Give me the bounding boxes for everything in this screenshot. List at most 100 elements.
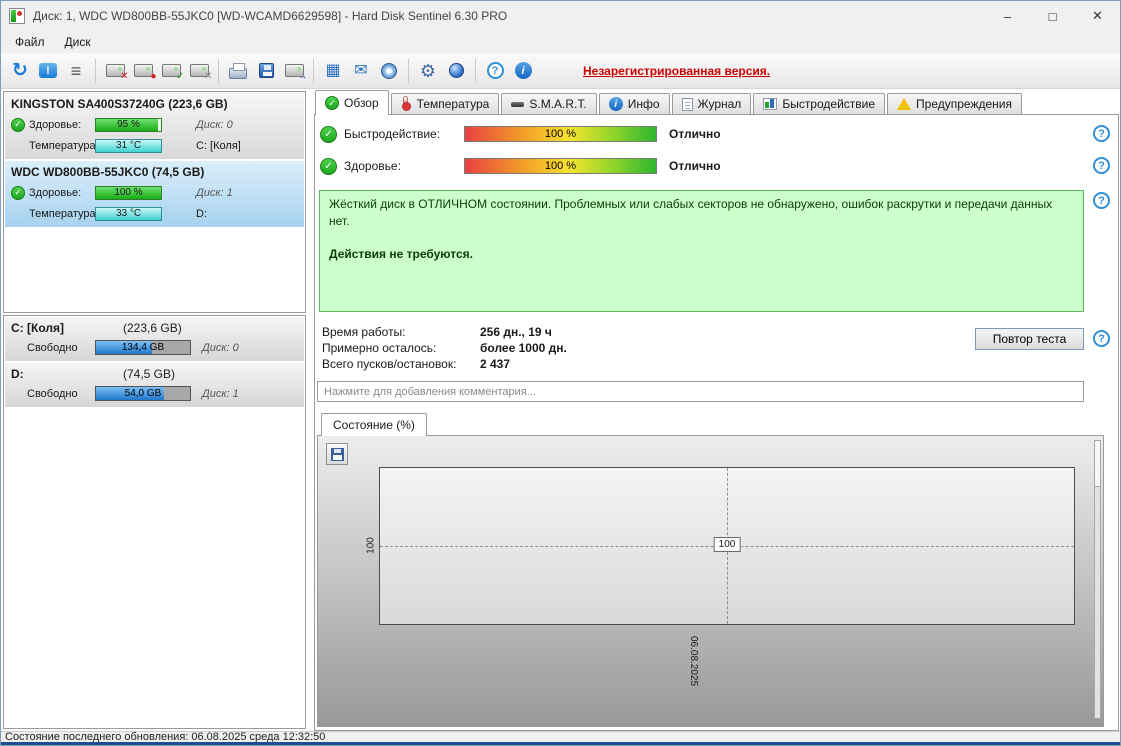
performance-gradient-bar: 100 %: [464, 126, 657, 142]
performance-row: ✓ Быстродействие: 100 % Отлично: [320, 125, 1088, 143]
mail-icon: ✉: [354, 61, 368, 79]
health-status: Отлично: [669, 159, 721, 173]
tab-overview[interactable]: ✓ Обзор: [315, 90, 389, 115]
comment-input[interactable]: [317, 381, 1084, 402]
tab-smart[interactable]: S.M.A.R.T.: [501, 93, 597, 114]
disk-item-wdc[interactable]: WDC WD800BB-55JKC0 (74,5 GB) ✓ Здоровье:…: [5, 161, 304, 227]
toolbar-separator: [313, 58, 314, 83]
disk-ok-button[interactable]: ✓: [157, 57, 185, 85]
disk-disabled-button[interactable]: ✕: [185, 57, 213, 85]
disk-title: KINGSTON SA400S37240G (223,6 GB): [11, 97, 228, 111]
disk-temp-row: Температура: 31 °C C: [Коля]: [9, 135, 300, 156]
disk-number: Диск: 0: [196, 118, 233, 131]
stat-start-stop: Всего пусков/остановок: 2 437: [322, 357, 511, 371]
partition-title: D: (74,5 GB): [11, 367, 176, 381]
settings-button[interactable]: ⚙: [414, 57, 442, 85]
help-icon[interactable]: ?: [1093, 157, 1110, 174]
retest-button[interactable]: Повтор теста: [975, 328, 1084, 350]
partition-item-d[interactable]: D: (74,5 GB) Свободно 54,0 GB Диск: 1: [5, 363, 304, 407]
disk-disabled-icon: ✕: [189, 64, 213, 82]
disk-partition-ref: C: [Коля]: [196, 139, 241, 152]
chart-x-label: 06.08.2025: [688, 636, 699, 687]
partition-free-row: Свободно 134,4 GB Диск: 0: [27, 340, 239, 355]
help-icon[interactable]: ?: [1093, 330, 1110, 347]
help-icon[interactable]: ?: [1093, 125, 1110, 142]
menu-file[interactable]: Файл: [5, 32, 55, 52]
info-button[interactable]: i: [509, 57, 537, 85]
gear-icon: ⚙: [419, 60, 437, 81]
health-row: ✓ Здоровье: 100 % Отлично: [320, 157, 1088, 175]
disk-arrow-icon: →: [284, 64, 308, 82]
grid-icon: ▦: [325, 61, 341, 79]
floppy-icon: [330, 447, 344, 461]
disk-list: KINGSTON SA400S37240G (223,6 GB) ✓ Здоро…: [3, 91, 306, 313]
workspace: KINGSTON SA400S37240G (223,6 GB) ✓ Здоро…: [1, 89, 1120, 731]
chart-vertical-scrollbar[interactable]: [1094, 440, 1101, 719]
tab-temperature[interactable]: Температура: [390, 93, 500, 114]
temperature-bar: 31 °C: [95, 138, 162, 153]
disk-remove-button[interactable]: ✕: [101, 57, 129, 85]
menu-disk[interactable]: Диск: [55, 32, 101, 52]
disk-item-kingston[interactable]: KINGSTON SA400S37240G (223,6 GB) ✓ Здоро…: [5, 93, 304, 159]
temperature-bar: 33 °C: [95, 206, 162, 221]
tab-alerts[interactable]: Предупреждения: [887, 93, 1022, 114]
free-space-bar: 134,4 GB: [95, 340, 191, 355]
partition-item-c[interactable]: C: [Коля] (223,6 GB) Свободно 134,4 GB Д…: [5, 317, 304, 361]
toolbar: ↻ ! ≡ ✕ ● ✓ ✕ → ▦ ✉ ⚙ ? i Незарегистриро…: [1, 53, 1120, 89]
unregistered-version-link[interactable]: Незарегистрированная версия.: [583, 64, 770, 78]
chart-tab-state[interactable]: Состояние (%): [321, 413, 427, 436]
thermometer-icon: [401, 96, 411, 111]
status-message-box: Жёсткий диск в ОТЛИЧНОМ состоянии. Пробл…: [319, 190, 1084, 312]
stat-lifetime: Примерно осталось: более 1000 дн.: [322, 341, 567, 355]
disk-error-button[interactable]: ●: [129, 57, 157, 85]
scrollbar-thumb[interactable]: [1095, 441, 1100, 487]
tab-bar: ✓ Обзор Температура S.M.A.R.T. i Инфо Жу…: [314, 89, 1119, 115]
save-disk-icon: [258, 63, 274, 78]
check-icon: ✓: [320, 125, 337, 143]
save-report-button[interactable]: [252, 57, 280, 85]
log-button[interactable]: ≡: [62, 57, 90, 85]
window-title: Диск: 1, WDC WD800BB-55JKC0 [WD-WCAMD662…: [33, 9, 508, 23]
disk-health-row: ✓ Здоровье: 100 % Диск: 1: [9, 182, 300, 203]
chart-y-tick: 100: [365, 537, 377, 554]
export-button[interactable]: →: [280, 57, 308, 85]
tab-info[interactable]: i Инфо: [598, 93, 670, 114]
alert-report-button[interactable]: !: [34, 57, 62, 85]
disk-partition-ref: D:: [196, 207, 207, 220]
partition-title: C: [Коля] (223,6 GB): [11, 321, 182, 335]
toolbar-separator: [408, 58, 409, 83]
chart-icon: [763, 98, 778, 110]
list-icon: ≡: [70, 60, 82, 81]
cd-icon: [381, 62, 397, 79]
tab-log[interactable]: Журнал: [671, 93, 752, 114]
email-button[interactable]: ✉: [347, 57, 375, 85]
smart-icon: [511, 101, 525, 107]
refresh-button[interactable]: ↻: [6, 57, 34, 85]
disk-number: Диск: 1: [202, 387, 239, 400]
stats-block: Время работы: 256 дн., 19 ч Примерно ост…: [322, 324, 567, 372]
warning-icon: [897, 98, 912, 110]
print-button[interactable]: [224, 57, 252, 85]
refresh-icon: ↻: [12, 60, 28, 81]
close-button[interactable]: ✕: [1075, 1, 1120, 31]
health-bar: 95 %: [95, 117, 162, 132]
main-area: ✓ Обзор Температура S.M.A.R.T. i Инфо Жу…: [314, 89, 1119, 731]
check-icon: ✓: [11, 185, 25, 200]
title-bar: Диск: 1, WDC WD800BB-55JKC0 [WD-WCAMD662…: [1, 1, 1120, 31]
disk-ok-icon: ✓: [161, 64, 185, 82]
toolbar-separator: [95, 58, 96, 83]
printer-icon: [229, 62, 247, 79]
toolbar-separator: [475, 58, 476, 83]
menu-bar: Файл Диск: [1, 31, 1120, 53]
help-icon[interactable]: ?: [1093, 192, 1110, 209]
sound-button[interactable]: [375, 57, 403, 85]
maximize-button[interactable]: □: [1030, 1, 1075, 31]
chart-save-button[interactable]: [326, 443, 348, 465]
online-button[interactable]: [442, 57, 470, 85]
disk-number: Диск: 1: [196, 186, 233, 199]
check-icon: ✓: [11, 117, 25, 132]
help-button[interactable]: ?: [481, 57, 509, 85]
report-grid-button[interactable]: ▦: [319, 57, 347, 85]
tab-performance[interactable]: Быстродействие: [753, 93, 886, 114]
minimize-button[interactable]: –: [985, 1, 1030, 31]
